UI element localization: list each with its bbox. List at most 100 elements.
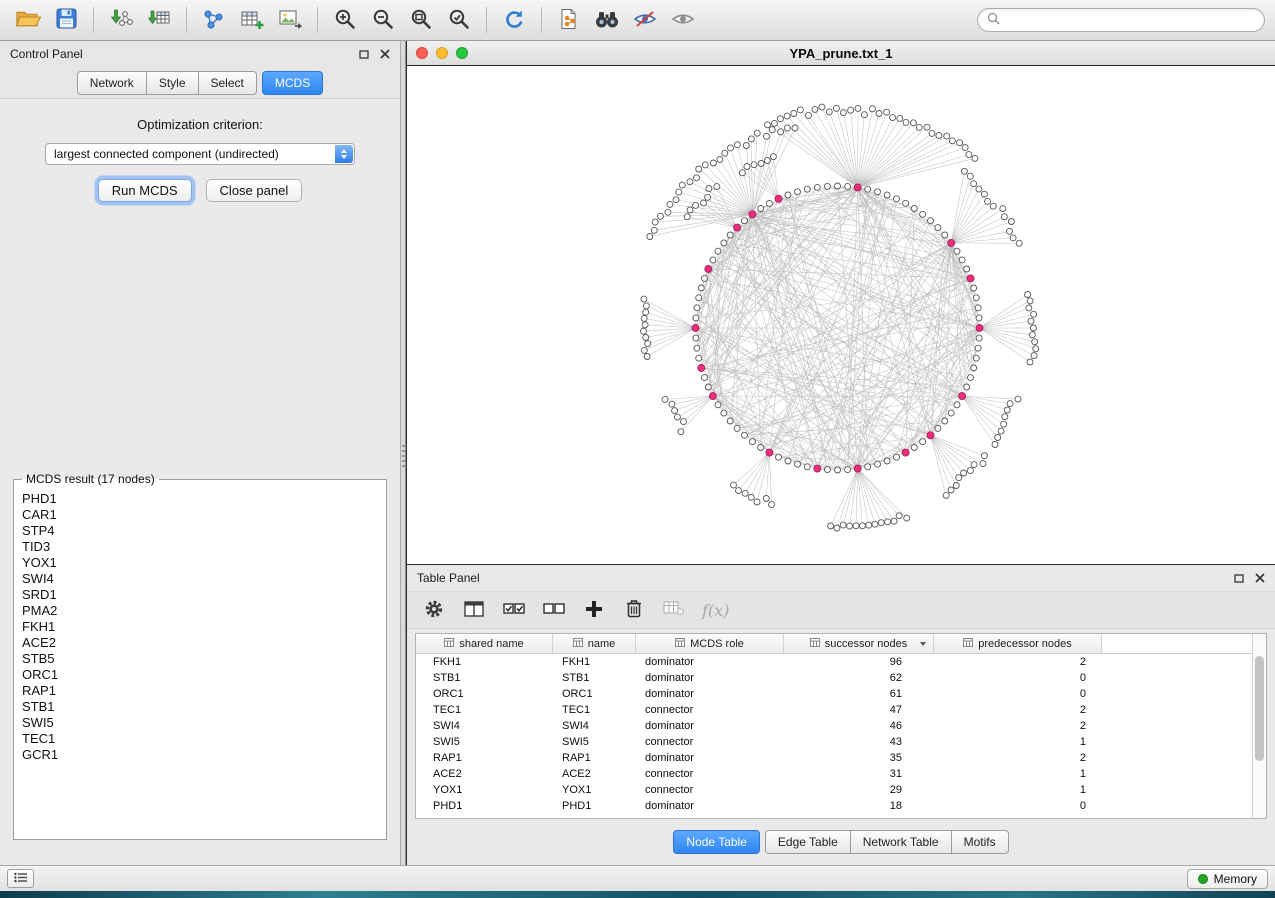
close-panel-icon[interactable] xyxy=(1255,573,1265,583)
network-leaf-node[interactable] xyxy=(910,120,916,126)
network-leaf-node[interactable] xyxy=(998,428,1004,434)
network-leaf-node[interactable] xyxy=(714,184,720,190)
mcds-result-item[interactable]: SRD1 xyxy=(22,587,378,603)
network-node[interactable] xyxy=(954,402,960,408)
network-node[interactable] xyxy=(928,218,934,224)
table-row[interactable]: FKH1FKH1dominator962 xyxy=(416,654,1252,670)
column-header-predecessor-nodes[interactable]: predecessor nodes xyxy=(934,634,1102,653)
network-leaf-node[interactable] xyxy=(792,125,798,131)
network-leaf-node[interactable] xyxy=(672,408,678,414)
mcds-result-item[interactable]: SWI5 xyxy=(22,715,378,731)
mcds-result-item[interactable]: CAR1 xyxy=(22,507,378,523)
network-node[interactable] xyxy=(696,355,702,361)
table-cell[interactable]: connector xyxy=(636,784,784,796)
network-leaf-node[interactable] xyxy=(674,414,680,420)
mcds-result-item[interactable]: ACE2 xyxy=(22,635,378,651)
network-leaf-node[interactable] xyxy=(884,109,890,115)
network-node[interactable] xyxy=(742,432,748,438)
network-leaf-node[interactable] xyxy=(769,127,775,133)
table-cell[interactable]: STB1 xyxy=(553,672,636,684)
network-leaf-node[interactable] xyxy=(641,328,647,334)
minimize-window-icon[interactable] xyxy=(436,47,448,59)
network-node[interactable] xyxy=(968,375,974,381)
network-node[interactable] xyxy=(911,445,917,451)
network-leaf-node[interactable] xyxy=(647,234,653,240)
float-panel-icon[interactable] xyxy=(1234,574,1244,583)
network-leaf-node[interactable] xyxy=(784,125,790,131)
network-leaf-node[interactable] xyxy=(731,482,737,488)
network-leaf-node[interactable] xyxy=(891,518,897,524)
mcds-result-item[interactable]: RAP1 xyxy=(22,683,378,699)
table-cell[interactable]: SWI4 xyxy=(416,720,553,732)
network-leaf-node[interactable] xyxy=(678,429,684,435)
network-leaf-node[interactable] xyxy=(748,136,754,142)
network-leaf-node[interactable] xyxy=(1000,206,1006,212)
network-leaf-node[interactable] xyxy=(853,523,859,529)
network-leaf-node[interactable] xyxy=(1028,318,1034,324)
network-node[interactable] xyxy=(935,225,941,231)
table-cell[interactable]: dominator xyxy=(636,800,784,812)
network-leaf-node[interactable] xyxy=(765,122,771,128)
table-cell[interactable]: 31 xyxy=(784,768,934,780)
network-hub-node[interactable] xyxy=(698,365,705,372)
mcds-result-item[interactable]: YOX1 xyxy=(22,555,378,571)
table-cell[interactable]: 47 xyxy=(784,704,934,716)
network-node[interactable] xyxy=(785,192,791,198)
network-leaf-node[interactable] xyxy=(652,219,658,225)
table-cell[interactable]: 96 xyxy=(784,656,934,668)
table-row[interactable]: TEC1TEC1connector472 xyxy=(416,702,1252,718)
zoom-in-button[interactable] xyxy=(327,4,363,36)
table-cell[interactable]: ORC1 xyxy=(553,688,636,700)
network-node[interactable] xyxy=(710,257,716,263)
table-cell[interactable]: 62 xyxy=(784,672,934,684)
table-cell[interactable]: 2 xyxy=(934,720,1102,732)
network-node[interactable] xyxy=(727,232,733,238)
network-node[interactable] xyxy=(942,232,948,238)
table-cell[interactable]: 2 xyxy=(934,752,1102,764)
network-node[interactable] xyxy=(705,384,711,390)
table-cell[interactable]: 43 xyxy=(784,736,934,748)
add-row-button[interactable] xyxy=(582,597,606,623)
network-leaf-node[interactable] xyxy=(833,105,839,111)
table-cell[interactable]: PHD1 xyxy=(416,800,553,812)
network-node[interactable] xyxy=(824,183,830,189)
network-hub-node[interactable] xyxy=(709,393,716,400)
network-leaf-node[interactable] xyxy=(641,315,647,321)
criterion-dropdown[interactable]: largest connected component (undirected) xyxy=(45,143,355,165)
network-leaf-node[interactable] xyxy=(916,124,922,130)
table-cell[interactable]: dominator xyxy=(636,672,784,684)
table-cell[interactable]: 0 xyxy=(934,800,1102,812)
network-leaf-node[interactable] xyxy=(943,492,949,498)
network-hub-node[interactable] xyxy=(749,211,756,218)
mcds-result-item[interactable]: STP4 xyxy=(22,523,378,539)
mcds-result-item[interactable]: GCR1 xyxy=(22,747,378,763)
table-row[interactable]: ORC1ORC1dominator610 xyxy=(416,686,1252,702)
run-mcds-button[interactable]: Run MCDS xyxy=(98,179,192,202)
network-node[interactable] xyxy=(835,467,841,473)
network-leaf-node[interactable] xyxy=(929,130,935,136)
network-leaf-node[interactable] xyxy=(676,189,682,195)
tab-network-table[interactable]: Network Table xyxy=(850,830,952,854)
network-node[interactable] xyxy=(976,335,982,341)
table-cell[interactable]: YOX1 xyxy=(416,784,553,796)
network-leaf-node[interactable] xyxy=(980,461,986,467)
column-header-mcds-role[interactable]: MCDS role xyxy=(636,634,784,653)
network-hub-node[interactable] xyxy=(902,449,909,456)
network-leaf-node[interactable] xyxy=(1007,401,1013,407)
network-node[interactable] xyxy=(776,454,782,460)
network-leaf-node[interactable] xyxy=(1031,311,1037,317)
network-leaf-node[interactable] xyxy=(861,112,867,118)
network-leaf-node[interactable] xyxy=(742,490,748,496)
network-leaf-node[interactable] xyxy=(890,115,896,121)
network-leaf-node[interactable] xyxy=(717,156,723,162)
network-hub-node[interactable] xyxy=(967,275,974,282)
network-leaf-node[interactable] xyxy=(972,155,978,161)
refresh-button[interactable] xyxy=(496,4,532,36)
network-leaf-node[interactable] xyxy=(870,106,876,112)
network-leaf-node[interactable] xyxy=(948,487,954,493)
tab-mcds[interactable]: MCDS xyxy=(262,71,323,95)
network-leaf-node[interactable] xyxy=(644,354,650,360)
network-leaf-node[interactable] xyxy=(1032,339,1038,345)
search-box[interactable] xyxy=(977,8,1265,32)
table-cell[interactable]: connector xyxy=(636,768,784,780)
